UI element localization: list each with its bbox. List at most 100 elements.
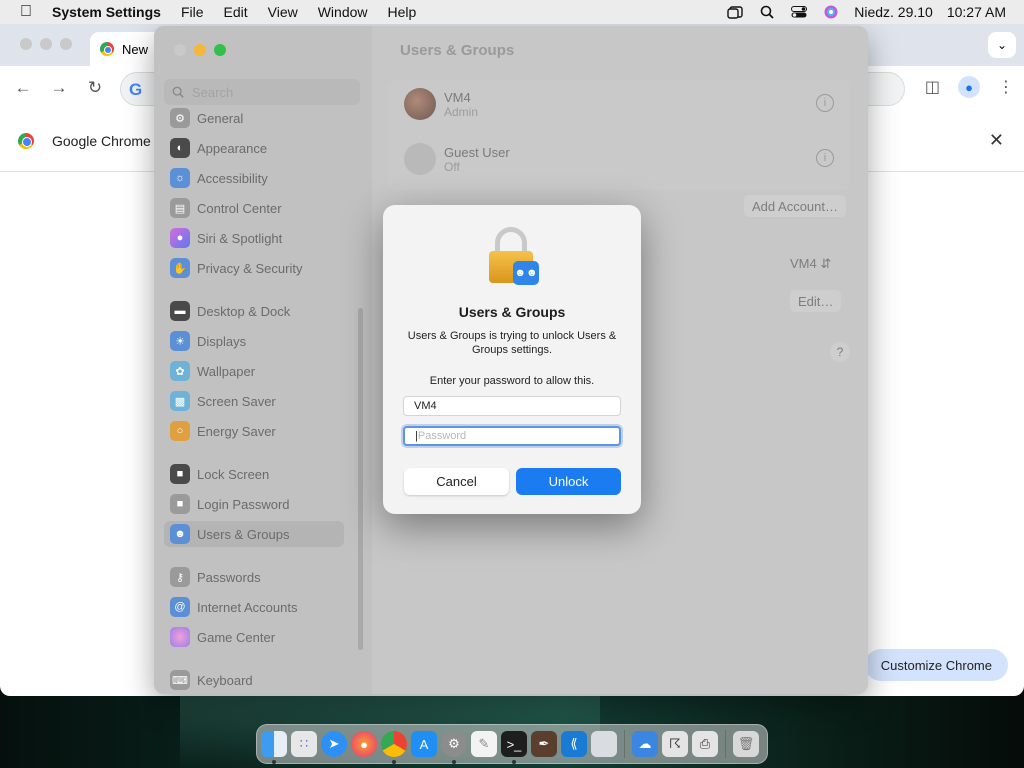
minimize-icon[interactable] (40, 38, 52, 50)
system-settings-icon[interactable]: ⚙ (441, 731, 467, 764)
sidebar-item-label: Energy Saver (197, 423, 276, 439)
close-icon[interactable] (20, 38, 32, 50)
vscode-icon[interactable]: ⟪ (561, 731, 587, 757)
spotlight-search-icon[interactable] (758, 5, 776, 19)
control-center-icon[interactable] (790, 5, 808, 19)
sidebar-item-label: Internet Accounts (197, 599, 298, 615)
sidebar-item-accessibility[interactable]: ☼ Accessibility (164, 165, 344, 191)
side-panel-icon[interactable]: ◫ (925, 77, 940, 97)
sidebar-item-privacy-security[interactable]: ✋ Privacy & Security (164, 255, 344, 281)
sidebar-item-siri-spotlight[interactable]: ● Siri & Spotlight (164, 225, 344, 251)
tab-search-chevron-down-icon[interactable]: ⌄ (988, 32, 1016, 58)
sidebar-item-lock-screen[interactable]: ■ Lock Screen (164, 461, 344, 487)
dialog-message: Users & Groups is trying to unlock Users… (407, 330, 617, 356)
menu-file[interactable]: File (171, 4, 214, 20)
profile-avatar-icon[interactable]: ● (958, 76, 980, 98)
close-icon[interactable]: ✕ (989, 130, 1004, 151)
sidebar-item-energy-saver[interactable]: ○ Energy Saver (164, 418, 344, 444)
siri-icon[interactable] (822, 5, 840, 19)
sidebar-item-desktop-dock[interactable]: ▬ Desktop & Dock (164, 298, 344, 324)
siri-icon: ● (170, 228, 190, 248)
users-list: VM4 Admin i Guest User Off i (388, 80, 850, 190)
user-role: Off (444, 159, 460, 174)
reload-icon[interactable]: ↻ (84, 78, 106, 98)
auto-login-select[interactable]: VM4 ⇵ (790, 256, 831, 272)
printer-icon[interactable]: ⎙ (692, 731, 718, 757)
finder-icon[interactable] (261, 731, 287, 764)
search-icon (172, 86, 184, 98)
preview-icon[interactable] (591, 731, 617, 757)
menu-view[interactable]: View (258, 4, 308, 20)
customize-chrome-button[interactable]: Customize Chrome (864, 649, 1008, 681)
sidebar-item-appearance[interactable]: ◐ Appearance (164, 135, 344, 161)
settings-window-controls (174, 44, 226, 56)
edit-button[interactable]: Edit… (790, 290, 842, 312)
sidebar-item-control-center[interactable]: ▤ Control Center (164, 195, 344, 221)
menubar-time[interactable]: 10:27 AM (947, 4, 1006, 20)
hand-icon: ✋ (170, 258, 190, 278)
settings-sidebar: Search ⚙ General ◐ Appearance ☼ Accessib… (154, 26, 372, 694)
info-icon[interactable]: i (816, 94, 834, 112)
list-item[interactable]: VM4 Admin i (404, 84, 844, 124)
sidebar-item-label: Desktop & Dock (197, 303, 291, 319)
sidebar-item-internet-accounts[interactable]: @ Internet Accounts (164, 594, 344, 620)
key-icon: ⚷ (170, 567, 190, 587)
menu-app-name[interactable]: System Settings (52, 4, 171, 20)
trash-icon[interactable]: 🗑 (733, 731, 759, 757)
wallpaper-icon: ✿ (170, 361, 190, 381)
sidebar-item-displays[interactable]: ☀ Displays (164, 328, 344, 354)
dock: ∷ ➤ ● A ⚙ ✎ >_ ✒ ⟪ ☁ ☈ ⎙ 🗑 (256, 724, 768, 764)
close-icon[interactable] (174, 44, 186, 56)
forward-arrow-icon[interactable]: → (48, 78, 70, 98)
unlock-button[interactable]: Unlock (516, 468, 621, 495)
back-arrow-icon[interactable]: ← (12, 78, 34, 98)
brush-app-icon[interactable]: ✒ (531, 731, 557, 757)
cancel-button[interactable]: Cancel (404, 468, 509, 495)
sidebar-item-label: Passwords (197, 569, 261, 585)
more-menu-icon[interactable]: ⋮ (998, 77, 1014, 97)
chrome-window-controls (20, 38, 72, 50)
sidebar-scrollbar[interactable] (358, 308, 363, 650)
sidebar-item-wallpaper[interactable]: ✿ Wallpaper (164, 358, 344, 384)
chrome-toolbar-actions: ◫ ● ⋮ (925, 76, 1014, 98)
sidebar-item-game-center[interactable]: Game Center (164, 624, 344, 650)
sidebar-item-label: General (197, 110, 244, 126)
sidebar-item-passwords[interactable]: ⚷ Passwords (164, 564, 344, 590)
textedit-icon[interactable]: ✎ (471, 731, 497, 757)
launchpad-icon[interactable]: ∷ (291, 731, 317, 757)
chrome-icon[interactable] (381, 731, 407, 764)
menu-window[interactable]: Window (308, 4, 378, 20)
help-button[interactable]: ? (830, 342, 850, 362)
username-field[interactable]: VM4 (403, 396, 621, 416)
firefox-icon[interactable]: ● (351, 731, 377, 757)
network-icon[interactable]: ☈ (662, 731, 688, 757)
chrome-logo-icon (18, 132, 34, 149)
add-account-button[interactable]: Add Account… (744, 195, 846, 217)
sidebar-item-general[interactable]: ⚙ General (164, 105, 344, 131)
minimize-icon[interactable] (194, 44, 206, 56)
menu-help[interactable]: Help (378, 4, 427, 20)
search-placeholder: Search (192, 84, 234, 100)
apple-menu-icon[interactable]:  (0, 3, 52, 21)
weather-icon[interactable]: ☁ (632, 731, 658, 757)
app-store-icon[interactable]: A (411, 731, 437, 757)
accessibility-icon: ☼ (170, 168, 190, 188)
info-icon[interactable]: i (816, 149, 834, 167)
settings-search-input[interactable]: Search (164, 79, 360, 105)
zoom-icon[interactable] (214, 44, 226, 56)
terminal-icon[interactable]: >_ (501, 731, 527, 764)
game-center-icon (170, 627, 190, 647)
menubar-date[interactable]: Niedz. 29.10 (854, 4, 933, 20)
password-field[interactable]: | Password (403, 426, 621, 446)
google-logo-icon: G (129, 80, 143, 99)
sidebar-item-keyboard[interactable]: ⌨ Keyboard (164, 667, 344, 693)
safari-icon[interactable]: ➤ (321, 731, 347, 757)
list-item[interactable]: Guest User Off i (404, 139, 844, 179)
sidebar-item-users-groups[interactable]: ☻ Users & Groups (164, 521, 344, 547)
zoom-icon[interactable] (60, 38, 72, 50)
menu-edit[interactable]: Edit (214, 4, 258, 20)
users-icon: ☻ (170, 524, 190, 544)
sidebar-item-login-password[interactable]: ■ Login Password (164, 491, 344, 517)
sidebar-item-screen-saver[interactable]: ▩ Screen Saver (164, 388, 344, 414)
stage-manager-icon[interactable] (726, 5, 744, 19)
